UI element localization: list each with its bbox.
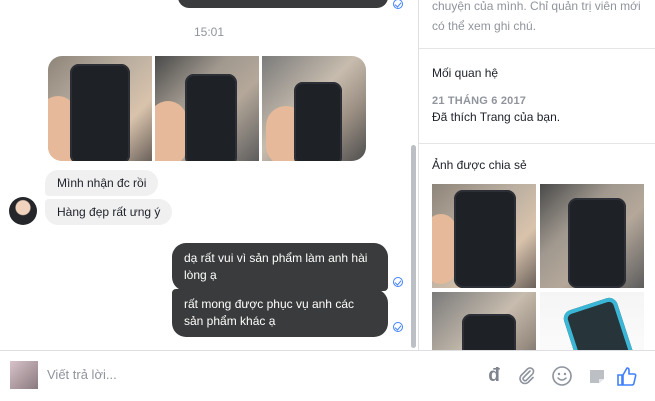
shared-photos-heading: Ảnh được chia sẻ bbox=[432, 158, 527, 172]
payment-button[interactable]: đ bbox=[482, 364, 506, 388]
photo-thumbnail[interactable] bbox=[48, 56, 152, 161]
photo-album-message[interactable] bbox=[48, 56, 366, 161]
shared-photo[interactable] bbox=[540, 184, 644, 288]
outgoing-message: rất mong được phục vụ anh các sản phẩm k… bbox=[172, 289, 388, 337]
conversation-thread: 15:01 Mình nhận đc rồi Hàng đẹp rất ưng … bbox=[0, 0, 418, 350]
seen-indicator-icon bbox=[393, 322, 403, 332]
photo-thumbnail[interactable] bbox=[262, 56, 366, 161]
sender-avatar[interactable] bbox=[9, 197, 37, 225]
relationship-date: 21 THÁNG 6 2017 bbox=[432, 95, 527, 107]
shared-photo[interactable] bbox=[432, 292, 536, 350]
seen-indicator-icon bbox=[393, 0, 403, 9]
shared-photo[interactable] bbox=[540, 292, 644, 350]
relationship-text: Đã thích Trang của bạn. bbox=[432, 110, 561, 124]
shared-photos-grid bbox=[432, 184, 645, 350]
conversation-info-panel: chuyện của mình. Chỉ quản trị viên mới c… bbox=[418, 0, 655, 350]
sticker-icon[interactable] bbox=[585, 364, 609, 388]
divider bbox=[419, 48, 655, 49]
shared-photo[interactable] bbox=[432, 184, 536, 288]
outgoing-message: dạ rất vui vì sản phẩm làm anh hài lòng … bbox=[172, 243, 388, 291]
incoming-message: Mình nhận đc rồi bbox=[45, 170, 159, 196]
relationship-heading: Mối quan hệ bbox=[432, 66, 499, 80]
reply-input[interactable] bbox=[47, 367, 447, 382]
incoming-message: Hàng đẹp rất ưng ý bbox=[45, 199, 173, 225]
seen-indicator-icon bbox=[393, 277, 403, 287]
photo-thumbnail[interactable] bbox=[155, 56, 259, 161]
like-icon[interactable] bbox=[615, 364, 639, 388]
time-divider: 15:01 bbox=[193, 25, 225, 39]
message-composer: đ bbox=[0, 350, 655, 401]
previous-message-bubble bbox=[178, 0, 388, 8]
my-avatar bbox=[10, 361, 38, 389]
chat-scrollbar[interactable] bbox=[411, 145, 416, 348]
emoji-icon[interactable] bbox=[550, 364, 574, 388]
divider bbox=[419, 143, 655, 144]
paperclip-icon[interactable] bbox=[515, 364, 539, 388]
notes-hint-text: chuyện của mình. Chỉ quản trị viên mới c… bbox=[432, 0, 641, 33]
